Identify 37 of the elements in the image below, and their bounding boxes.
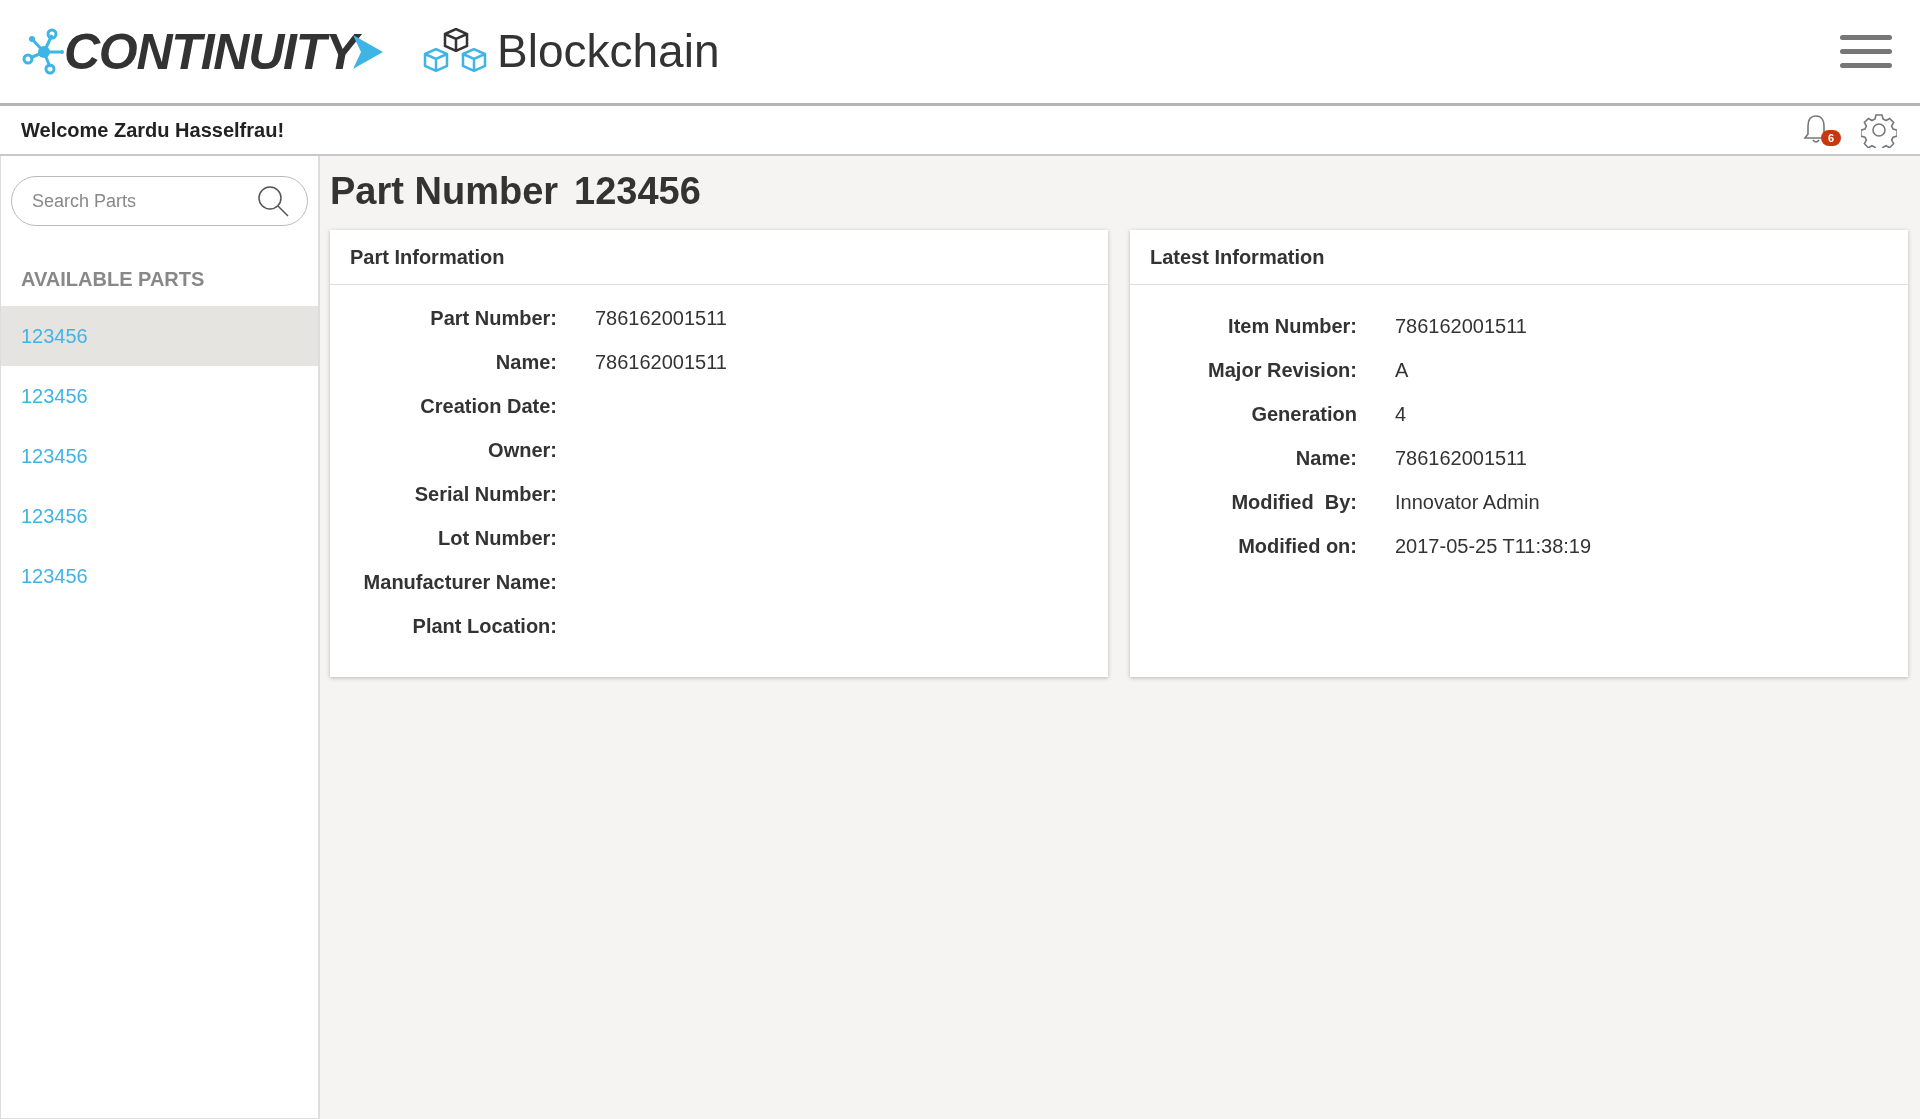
card-title: Latest Information (1150, 244, 1325, 270)
field-label: Generation (1250, 401, 1357, 427)
field-value: 786162001511 (1395, 313, 1528, 339)
field-label: Major Revision: (1207, 357, 1357, 383)
field-value: A (1395, 357, 1410, 383)
field-label: Serial Number: (413, 481, 557, 507)
field-label: Part Number: (429, 305, 557, 331)
search-field[interactable]: Search Parts (11, 176, 308, 226)
search-icon (256, 184, 290, 218)
card-title: Part Information (350, 244, 505, 270)
field-label: Name: (1294, 445, 1357, 471)
settings-button[interactable] (1861, 112, 1897, 148)
field-label: Manufacturer Name: (362, 569, 557, 595)
part-link[interactable]: 123456 (1, 306, 318, 366)
gear-icon (1861, 112, 1897, 148)
field-value: 4 (1395, 401, 1408, 427)
welcome-message: Welcome Zardu Hasselfrau! (21, 118, 285, 143)
network-icon (22, 26, 64, 77)
field-value: Innovator Admin (1395, 489, 1541, 515)
field-value: 786162001511 (1395, 445, 1528, 471)
field-label: Owner: (487, 437, 557, 463)
field-value: 786162001511 (595, 349, 728, 375)
field-value: 786162001511 (595, 305, 728, 331)
product-name: Blockchain (497, 24, 720, 79)
notification-count: 6 (1821, 130, 1842, 146)
page-title-value: 123456 (574, 169, 701, 214)
field-value: 2017-05-25 T11:38:19 (1395, 533, 1593, 559)
field-label: Creation Date: (419, 393, 557, 419)
sidebar-heading: AVAILABLE PARTS (20, 267, 206, 292)
notifications-button[interactable]: 6 (1801, 110, 1845, 150)
field-label: Modified By: (1230, 489, 1357, 515)
field-label: Lot Number: (437, 525, 557, 551)
page-title-label: Part Number (330, 169, 559, 214)
field-label: Item Number: (1227, 313, 1357, 339)
field-label: Plant Location: (411, 613, 557, 639)
field-label: Modified on: (1237, 533, 1357, 559)
field-label: Name: (494, 349, 557, 375)
